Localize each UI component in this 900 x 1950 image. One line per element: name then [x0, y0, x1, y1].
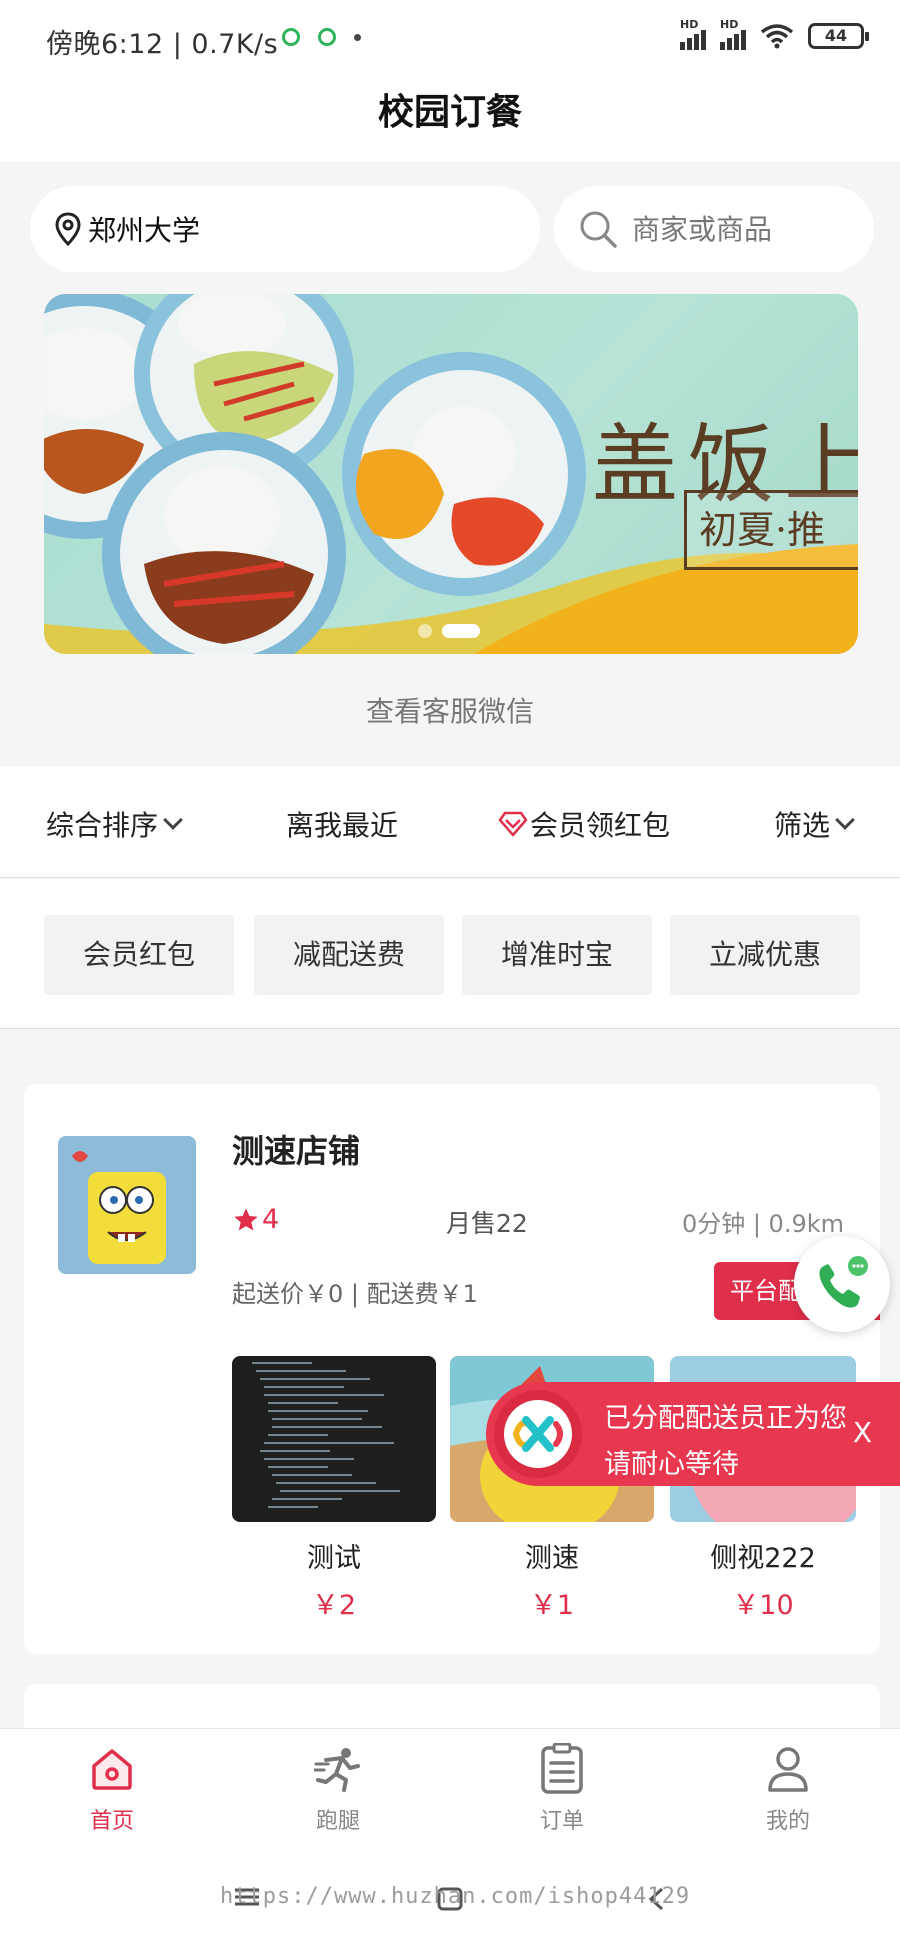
- nav-profile[interactable]: 我的: [728, 1741, 848, 1835]
- sort-nearest-label: 离我最近: [286, 809, 399, 842]
- sort-comprehensive[interactable]: 综合排序: [46, 804, 183, 844]
- delivery-toast[interactable]: 已分配配送员正为您 请耐心等待 X: [486, 1382, 900, 1486]
- sort-bar: 综合排序 离我最近 会员领红包 筛选: [0, 766, 900, 878]
- banner-pagination: [418, 624, 480, 638]
- app-logo-icon: [494, 1390, 582, 1478]
- sort-member-coupon-label: 会员领红包: [530, 809, 671, 842]
- product-name: 测速: [525, 1543, 579, 1574]
- app-notification-icon: [318, 28, 336, 46]
- store-card[interactable]: 测速店铺 4 月售22 0分钟 | 0.9km 起送价￥0 | 配送费￥1 平台…: [24, 1084, 880, 1654]
- star-icon: [234, 1207, 258, 1230]
- app-header: 校园订餐: [0, 78, 900, 162]
- more-notifications-icon: [354, 33, 361, 41]
- banner-dot-active[interactable]: [442, 624, 480, 638]
- promo-banner[interactable]: 盖饭上 初夏·推: [44, 294, 858, 654]
- tag-reduce-delivery[interactable]: 减配送费: [254, 915, 444, 995]
- store-avatar[interactable]: [58, 1136, 196, 1274]
- location-text: 郑州大学: [88, 214, 201, 247]
- chevron-down-icon: [835, 810, 855, 830]
- toast-message-line2: 请耐心等待: [604, 1449, 739, 1480]
- tag-member-coupon[interactable]: 会员红包: [44, 915, 234, 995]
- order-list-icon: [541, 1743, 583, 1794]
- call-button[interactable]: [794, 1236, 890, 1332]
- store-rating: 4: [232, 1204, 279, 1235]
- rating-value: 4: [262, 1204, 280, 1235]
- banner-dot[interactable]: [418, 624, 432, 638]
- phone-icon: [819, 1256, 868, 1308]
- notification-icons: [282, 28, 361, 46]
- close-icon[interactable]: X: [853, 1416, 872, 1449]
- bottom-navigation: 首页 跑腿 订单 我的: [0, 1728, 900, 1844]
- delivery-info: 0分钟 | 0.9km: [681, 1210, 844, 1238]
- sort-filter-label: 筛选: [774, 809, 831, 842]
- customer-service-link[interactable]: 查看客服微信: [0, 690, 900, 730]
- network-type-label-2: HD: [720, 18, 739, 31]
- store-name: 测速店铺: [232, 1132, 361, 1170]
- product-image: [232, 1356, 436, 1522]
- page-title: 校园订餐: [377, 92, 522, 133]
- product-price: ￥2: [311, 1590, 357, 1621]
- nav-orders-label: 订单: [539, 1809, 584, 1834]
- wifi-icon: [760, 24, 794, 49]
- signal-icon-2: HD: [720, 18, 746, 50]
- nav-errand-label: 跑腿: [315, 1809, 360, 1834]
- price-info: 起送价￥0 | 配送费￥1: [232, 1280, 478, 1308]
- diamond-icon: [498, 811, 528, 837]
- location-selector[interactable]: 郑州大学: [30, 186, 540, 272]
- sort-comprehensive-label: 综合排序: [46, 809, 159, 842]
- chevron-down-icon: [163, 810, 183, 830]
- product-price: ￥10: [732, 1590, 794, 1621]
- sort-filter[interactable]: 筛选: [774, 804, 855, 844]
- tag-instant-discount[interactable]: 立减优惠: [670, 915, 860, 995]
- product-item[interactable]: 测试 ￥2: [232, 1356, 436, 1622]
- home-icon: [92, 1749, 132, 1790]
- monthly-sales: 月售22: [446, 1209, 528, 1238]
- nav-profile-label: 我的: [765, 1809, 810, 1834]
- nav-orders[interactable]: 订单: [502, 1741, 622, 1835]
- logo-mark: [504, 1400, 572, 1468]
- wechat-notification-icon: [282, 28, 300, 46]
- battery-icon: 44: [808, 23, 869, 49]
- signal-icon: HD: [680, 18, 706, 50]
- product-price: ￥1: [529, 1590, 575, 1621]
- network-type-label: HD: [680, 18, 699, 31]
- status-bar: 傍晚6:12 | 0.7K/s HD HD 44: [0, 0, 900, 78]
- status-time-speed: 傍晚6:12 | 0.7K/s: [46, 29, 279, 60]
- nav-errand[interactable]: 跑腿: [278, 1741, 398, 1835]
- store-logo-image: [58, 1136, 196, 1274]
- status-indicators: HD HD 44: [680, 18, 869, 50]
- product-name: 侧视222: [710, 1543, 816, 1574]
- search-bar[interactable]: [554, 186, 874, 272]
- sort-member-coupon[interactable]: 会员领红包: [498, 804, 670, 844]
- runner-icon: [314, 1748, 360, 1792]
- promo-tags: 会员红包 减配送费 增准时宝 立减优惠: [0, 879, 900, 1029]
- banner-tag: 初夏·推: [684, 490, 858, 570]
- tag-on-time[interactable]: 增准时宝: [462, 915, 652, 995]
- user-icon: [768, 1747, 808, 1792]
- location-pin-icon: [55, 212, 81, 246]
- watermark-text: https://www.huzhan.com/ishop44129: [220, 1884, 691, 1909]
- search-icon: [580, 211, 617, 248]
- search-input[interactable]: [632, 212, 852, 246]
- nav-home-label: 首页: [89, 1809, 134, 1834]
- toast-message-line1: 已分配配送员正为您: [604, 1403, 847, 1434]
- sort-nearest[interactable]: 离我最近: [286, 804, 398, 844]
- nav-home[interactable]: 首页: [52, 1741, 172, 1835]
- product-name: 测试: [307, 1543, 361, 1574]
